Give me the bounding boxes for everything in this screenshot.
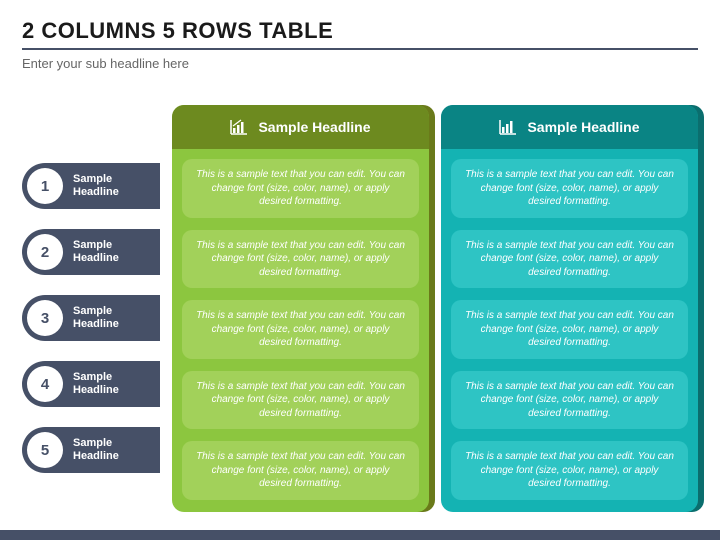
row-label-text: SampleHeadline bbox=[73, 371, 119, 397]
table-cell: This is a sample text that you can edit.… bbox=[451, 159, 688, 218]
column-header: Sample Headline bbox=[172, 105, 429, 149]
row-number-badge: 4 bbox=[27, 366, 63, 402]
footer-bar bbox=[0, 530, 720, 540]
row-label-text: SampleHeadline bbox=[73, 239, 119, 265]
row-label: 1 SampleHeadline bbox=[22, 163, 160, 209]
row-labels: 1 SampleHeadline 2 SampleHeadline 3 Samp… bbox=[22, 105, 160, 473]
row-number-badge: 3 bbox=[27, 300, 63, 336]
column-header: Sample Headline bbox=[441, 105, 698, 149]
table-cell: This is a sample text that you can edit.… bbox=[451, 371, 688, 430]
row-label: 2 SampleHeadline bbox=[22, 229, 160, 275]
row-label-text: SampleHeadline bbox=[73, 173, 119, 199]
column-cells: This is a sample text that you can edit.… bbox=[172, 149, 429, 512]
table-cell: This is a sample text that you can edit.… bbox=[451, 300, 688, 359]
row-label: 3 SampleHeadline bbox=[22, 295, 160, 341]
bar-chart-icon bbox=[230, 119, 248, 135]
slide-title: 2 COLUMNS 5 ROWS TABLE bbox=[22, 18, 698, 44]
table-cell: This is a sample text that you can edit.… bbox=[451, 441, 688, 500]
slide-header: 2 COLUMNS 5 ROWS TABLE Enter your sub he… bbox=[0, 0, 720, 71]
table-cell: This is a sample text that you can edit.… bbox=[182, 441, 419, 500]
column-card: Sample Headline This is a sample text th… bbox=[441, 105, 698, 512]
table-cell: This is a sample text that you can edit.… bbox=[182, 371, 419, 430]
table-cell: This is a sample text that you can edit.… bbox=[182, 159, 419, 218]
row-number-badge: 1 bbox=[27, 168, 63, 204]
slide-subtitle: Enter your sub headline here bbox=[22, 56, 698, 71]
table-stage: 1 SampleHeadline 2 SampleHeadline 3 Samp… bbox=[0, 71, 720, 512]
row-label-text: SampleHeadline bbox=[73, 437, 119, 463]
table-cell: This is a sample text that you can edit.… bbox=[182, 230, 419, 289]
column-header-label: Sample Headline bbox=[527, 119, 639, 135]
column-card: Sample Headline This is a sample text th… bbox=[172, 105, 429, 512]
column-2: Sample Headline This is a sample text th… bbox=[441, 105, 698, 512]
row-number-badge: 5 bbox=[27, 432, 63, 468]
bar-chart-icon bbox=[499, 119, 517, 135]
row-number-badge: 2 bbox=[27, 234, 63, 270]
column-cells: This is a sample text that you can edit.… bbox=[441, 149, 698, 512]
table-cell: This is a sample text that you can edit.… bbox=[182, 300, 419, 359]
column-1: Sample Headline This is a sample text th… bbox=[172, 105, 429, 512]
row-label: 4 SampleHeadline bbox=[22, 361, 160, 407]
title-underline bbox=[22, 48, 698, 50]
column-header-label: Sample Headline bbox=[258, 119, 370, 135]
row-label-text: SampleHeadline bbox=[73, 305, 119, 331]
row-label: 5 SampleHeadline bbox=[22, 427, 160, 473]
table-cell: This is a sample text that you can edit.… bbox=[451, 230, 688, 289]
